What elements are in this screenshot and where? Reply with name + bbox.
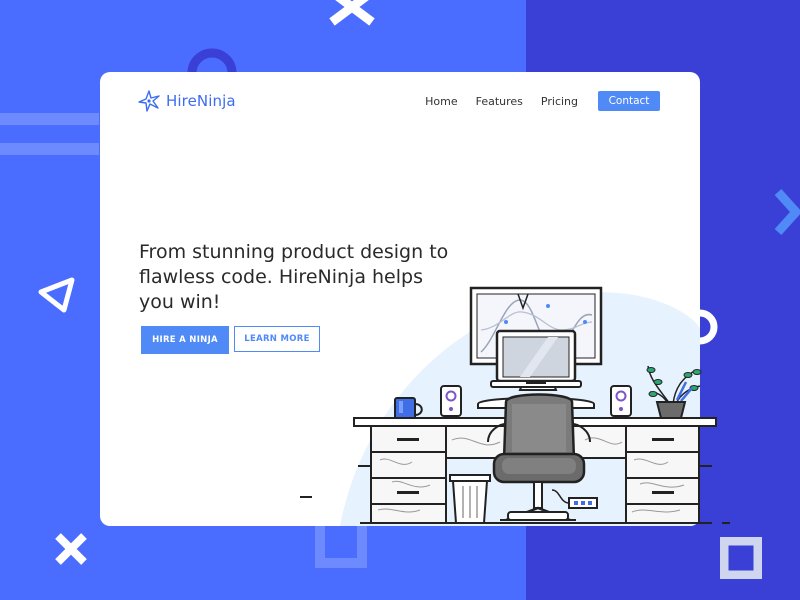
main-nav: Home Features Pricing Contact [425, 91, 660, 111]
x-shape-icon [329, 0, 375, 26]
contact-button[interactable]: Contact [598, 91, 660, 111]
nav-home-link[interactable]: Home [425, 95, 457, 108]
shuriken-icon [138, 90, 160, 112]
stripe-decoration [0, 143, 99, 155]
hero-headline: From stunning product design to flawless… [139, 241, 449, 313]
square-shape-icon [720, 537, 762, 579]
brand-logo[interactable]: HireNinja [138, 90, 236, 112]
nav-pricing-link[interactable]: Pricing [541, 95, 578, 108]
hire-a-ninja-button[interactable]: HIRE A NINJA [141, 326, 229, 354]
x-shape-icon [55, 533, 87, 565]
hero-card: HireNinja Home Features Pricing Contact … [100, 72, 700, 526]
page-background: HireNinja Home Features Pricing Contact … [0, 0, 800, 600]
chevron-right-icon [774, 188, 800, 236]
triangle-shape-icon [38, 277, 75, 313]
ring-shape-icon [187, 48, 237, 75]
brand-name: HireNinja [166, 92, 236, 110]
learn-more-button[interactable]: LEARN MORE [234, 326, 320, 352]
nav-features-link[interactable]: Features [476, 95, 523, 108]
stripe-decoration [0, 113, 99, 125]
